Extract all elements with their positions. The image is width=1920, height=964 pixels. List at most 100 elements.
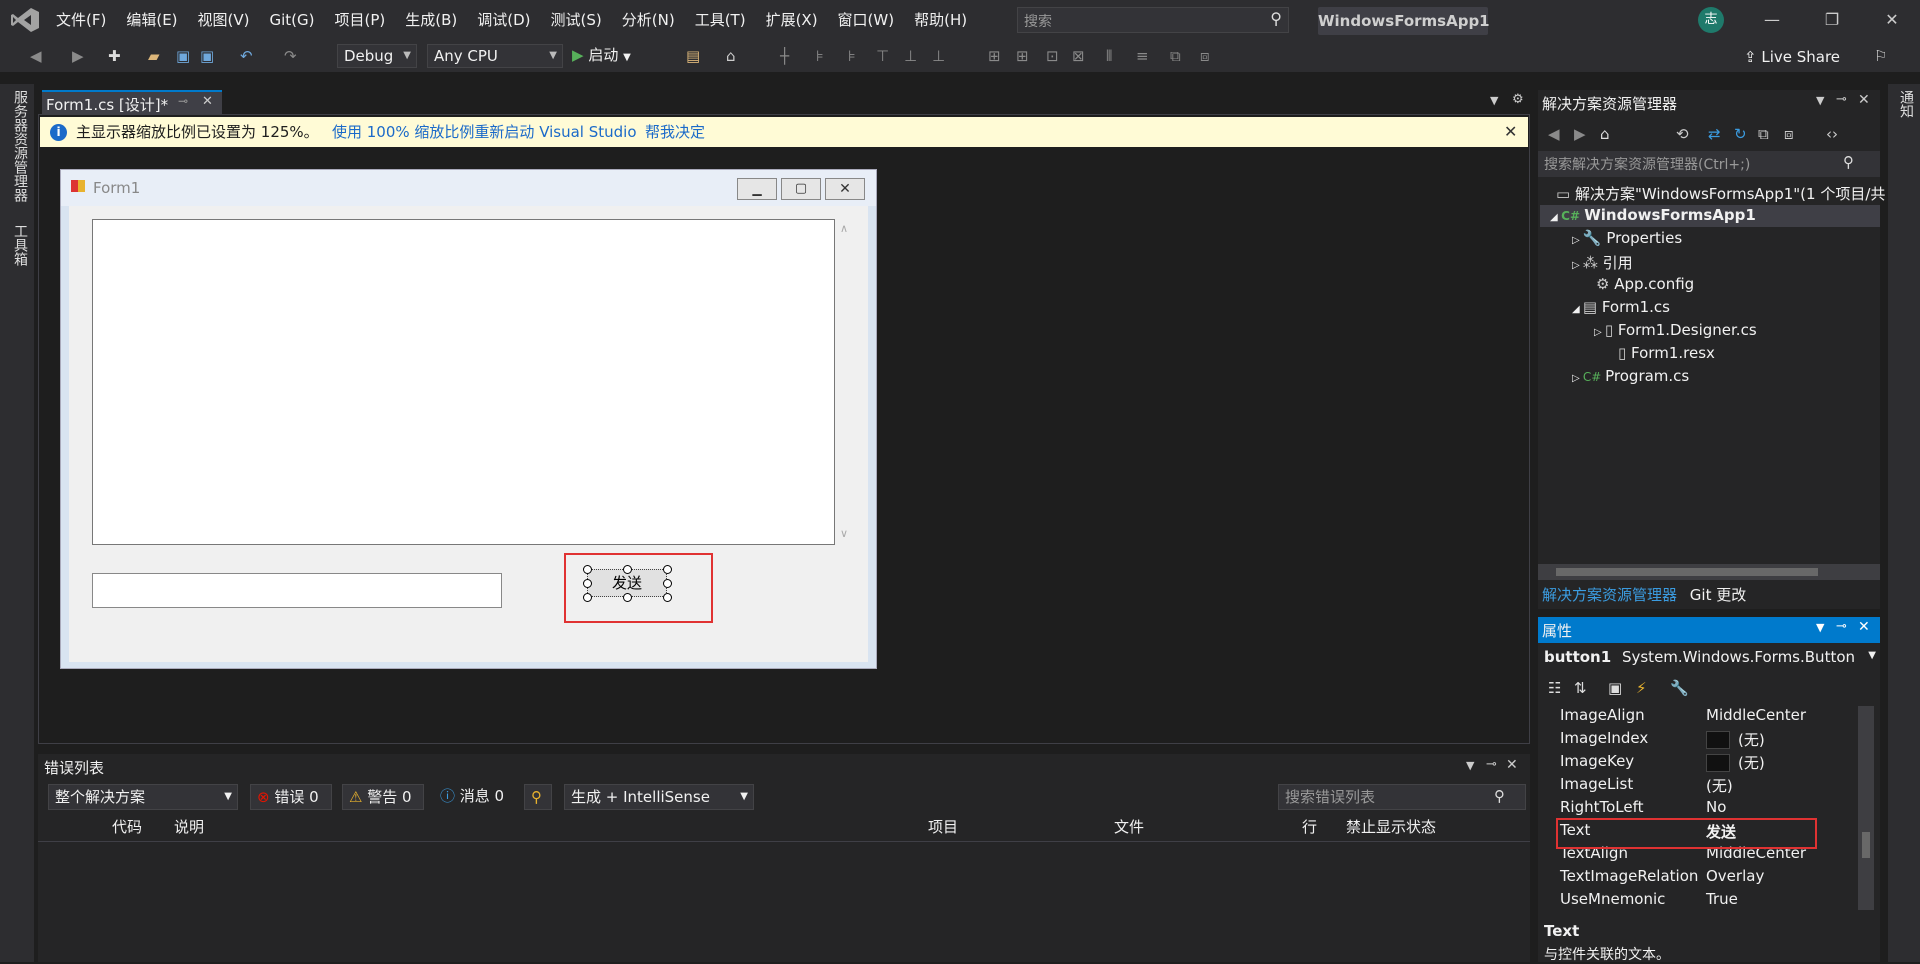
object-selector[interactable]: button1 System.Windows.Forms.Button ▼ xyxy=(1544,648,1880,670)
horizontal-scrollbar[interactable] xyxy=(1538,564,1880,580)
align-tops-icon[interactable]: ⊤ xyxy=(876,46,889,66)
tab-git-changes[interactable]: Git 更改 xyxy=(1686,586,1750,604)
help-decide-link[interactable]: 帮我决定 xyxy=(645,117,705,147)
forward-icon[interactable]: ▶ xyxy=(1574,124,1586,144)
undo-icon[interactable]: ↶ xyxy=(240,46,253,66)
avatar[interactable]: 志 xyxy=(1698,7,1724,33)
restart-link[interactable]: 使用 100% 缩放比例重新启动 Visual Studio xyxy=(332,117,637,147)
solution-search-input[interactable]: 搜索解决方案资源管理器(Ctrl+;) ⚲ xyxy=(1538,151,1880,177)
view-code-icon[interactable]: ‹› xyxy=(1826,124,1838,144)
panel-menu-icon[interactable]: ▼ xyxy=(1816,94,1824,107)
resize-handle[interactable] xyxy=(663,565,672,574)
feedback-icon[interactable]: ⚐ xyxy=(1874,46,1887,66)
tree-program-cs[interactable]: ▷ C# Program.cs xyxy=(1572,367,1689,385)
back-icon[interactable]: ◀ xyxy=(30,46,42,66)
menu-view[interactable]: 视图(V) xyxy=(188,0,260,40)
tree-references[interactable]: ▷ ⁂ 引用 xyxy=(1572,252,1633,273)
resize-handle[interactable] xyxy=(663,593,672,602)
size-to-grid-icon[interactable]: ⊠ xyxy=(1072,46,1085,66)
align-lefts-icon[interactable]: ┼ xyxy=(780,46,789,66)
property-row[interactable]: TextImageRelation Overlay xyxy=(1560,867,1860,890)
platform-select[interactable]: Any CPU ▼ xyxy=(427,44,563,68)
close-icon[interactable]: ✕ xyxy=(1872,8,1912,32)
error-search-input[interactable]: 搜索错误列表 ⚲ xyxy=(1278,784,1526,810)
menu-file[interactable]: 文件(F) xyxy=(46,0,116,40)
panel-menu-icon[interactable]: ▼ xyxy=(1816,621,1824,634)
property-row[interactable]: ImageAlign MiddleCenter xyxy=(1560,706,1860,729)
pin-icon[interactable]: ⊸ xyxy=(1836,619,1847,634)
close-panel-icon[interactable]: ✕ xyxy=(1858,92,1870,108)
live-share-button[interactable]: ⇪ Live Share xyxy=(1744,48,1840,66)
resize-handle[interactable] xyxy=(623,565,632,574)
align-rights-icon[interactable]: ⊧ xyxy=(848,46,856,66)
messages-filter-button[interactable]: ⓘ 消息 0 xyxy=(434,784,514,810)
resize-handle[interactable] xyxy=(583,593,592,602)
close-panel-icon[interactable]: ✕ xyxy=(1858,619,1870,635)
make-same-width-icon[interactable]: ⊞ xyxy=(988,46,1001,66)
resize-handle[interactable] xyxy=(663,579,672,588)
column-suppression[interactable]: 禁止显示状态 xyxy=(1346,816,1436,837)
alphabetical-icon[interactable]: ⇅ xyxy=(1574,678,1587,698)
menu-test[interactable]: 测试(S) xyxy=(541,0,612,40)
property-pages-icon[interactable]: 🔧 xyxy=(1670,678,1689,698)
errors-filter-button[interactable]: ⊗ 错误 0 xyxy=(250,784,332,810)
notifications-tab[interactable]: 通知 xyxy=(1896,90,1916,118)
property-row[interactable]: ImageKey (无) xyxy=(1560,752,1860,775)
server-explorer-tab[interactable]: 服务器资源管理器 xyxy=(10,90,30,202)
send-to-back-icon[interactable]: ⧈ xyxy=(1200,46,1210,66)
column-description[interactable]: 说明 xyxy=(174,816,204,837)
configuration-select[interactable]: Debug ▼ xyxy=(337,44,417,68)
menu-extensions[interactable]: 扩展(X) xyxy=(756,0,828,40)
filter-icon[interactable]: ⚲ xyxy=(524,784,552,810)
bring-to-front-icon[interactable]: ⧉ xyxy=(1170,46,1181,66)
menu-debug[interactable]: 调试(D) xyxy=(467,0,540,40)
start-button[interactable]: ▶ 启动 ▼ xyxy=(572,44,631,65)
scrollbar-thumb[interactable] xyxy=(1556,568,1818,576)
scrollbar-thumb[interactable] xyxy=(1862,832,1870,858)
menu-tools[interactable]: 工具(T) xyxy=(685,0,756,40)
column-file[interactable]: 文件 xyxy=(1114,816,1144,837)
tree-project[interactable]: ◢ C# WindowsFormsApp1 xyxy=(1550,206,1756,224)
menu-edit[interactable]: 编辑(E) xyxy=(116,0,187,40)
pin-icon[interactable]: ⊸ xyxy=(1836,92,1847,107)
collapse-all-icon[interactable]: ⧉ xyxy=(1758,124,1769,144)
toolbox-tab[interactable]: 工具箱 xyxy=(10,224,30,266)
close-panel-icon[interactable]: ✕ xyxy=(1506,757,1518,773)
align-middles-icon[interactable]: ⊥ xyxy=(904,46,917,66)
menu-project[interactable]: 项目(P) xyxy=(325,0,396,40)
tab-form1-design[interactable]: Form1.cs [设计]* ⊸ ✕ xyxy=(42,90,222,114)
menu-window[interactable]: 窗口(W) xyxy=(828,0,905,40)
tab-solution-explorer[interactable]: 解决方案资源管理器 xyxy=(1538,586,1681,604)
menu-help[interactable]: 帮助(H) xyxy=(904,0,977,40)
vertical-spacing-icon[interactable]: ≡ xyxy=(1136,46,1149,66)
menu-build[interactable]: 生成(B) xyxy=(395,0,467,40)
pin-icon[interactable]: ⊸ xyxy=(1486,757,1497,772)
tree-properties[interactable]: ▷ 🔧 Properties xyxy=(1572,229,1682,247)
resize-handle[interactable] xyxy=(583,579,592,588)
resize-handle[interactable] xyxy=(623,593,632,602)
restore-icon[interactable]: ❐ xyxy=(1812,8,1852,32)
open-file-icon[interactable]: ▤ xyxy=(686,46,700,66)
property-row[interactable]: ImageList (无) xyxy=(1560,775,1860,798)
resize-handle[interactable] xyxy=(583,565,592,574)
tree-app-config[interactable]: ⚙ App.config xyxy=(1596,275,1694,293)
properties-view-icon[interactable]: ▣ xyxy=(1608,678,1622,698)
show-all-files-icon[interactable]: ⧈ xyxy=(1784,124,1794,144)
panel-menu-icon[interactable]: ▼ xyxy=(1466,759,1474,772)
horizontal-spacing-icon[interactable]: ⫴ xyxy=(1106,46,1112,66)
build-filter-select[interactable]: 生成 + IntelliSense ▼ xyxy=(564,784,754,810)
tree-form1-designer[interactable]: ▷ ▯ Form1.Designer.cs xyxy=(1594,321,1757,339)
multiline-textbox[interactable] xyxy=(92,219,835,545)
align-centers-icon[interactable]: ⊧ xyxy=(816,46,824,66)
tree-solution[interactable]: ▭ 解决方案"WindowsFormsApp1"(1 个项目/共 xyxy=(1556,183,1885,204)
events-icon[interactable]: ⚡ xyxy=(1636,678,1647,698)
tree-form1-cs[interactable]: ◢ ▤ Form1.cs xyxy=(1572,298,1670,316)
make-same-height-icon[interactable]: ⊞ xyxy=(1016,46,1029,66)
scope-select[interactable]: 整个解决方案 ▼ xyxy=(48,784,238,810)
categorized-icon[interactable]: ☷ xyxy=(1548,678,1561,698)
global-search-input[interactable]: 搜索 ⚲ xyxy=(1017,7,1289,33)
input-textbox[interactable] xyxy=(92,573,502,608)
column-line[interactable]: 行 xyxy=(1302,816,1317,837)
home-icon[interactable]: ⌂ xyxy=(1600,124,1610,144)
properties-scrollbar[interactable] xyxy=(1858,706,1874,910)
